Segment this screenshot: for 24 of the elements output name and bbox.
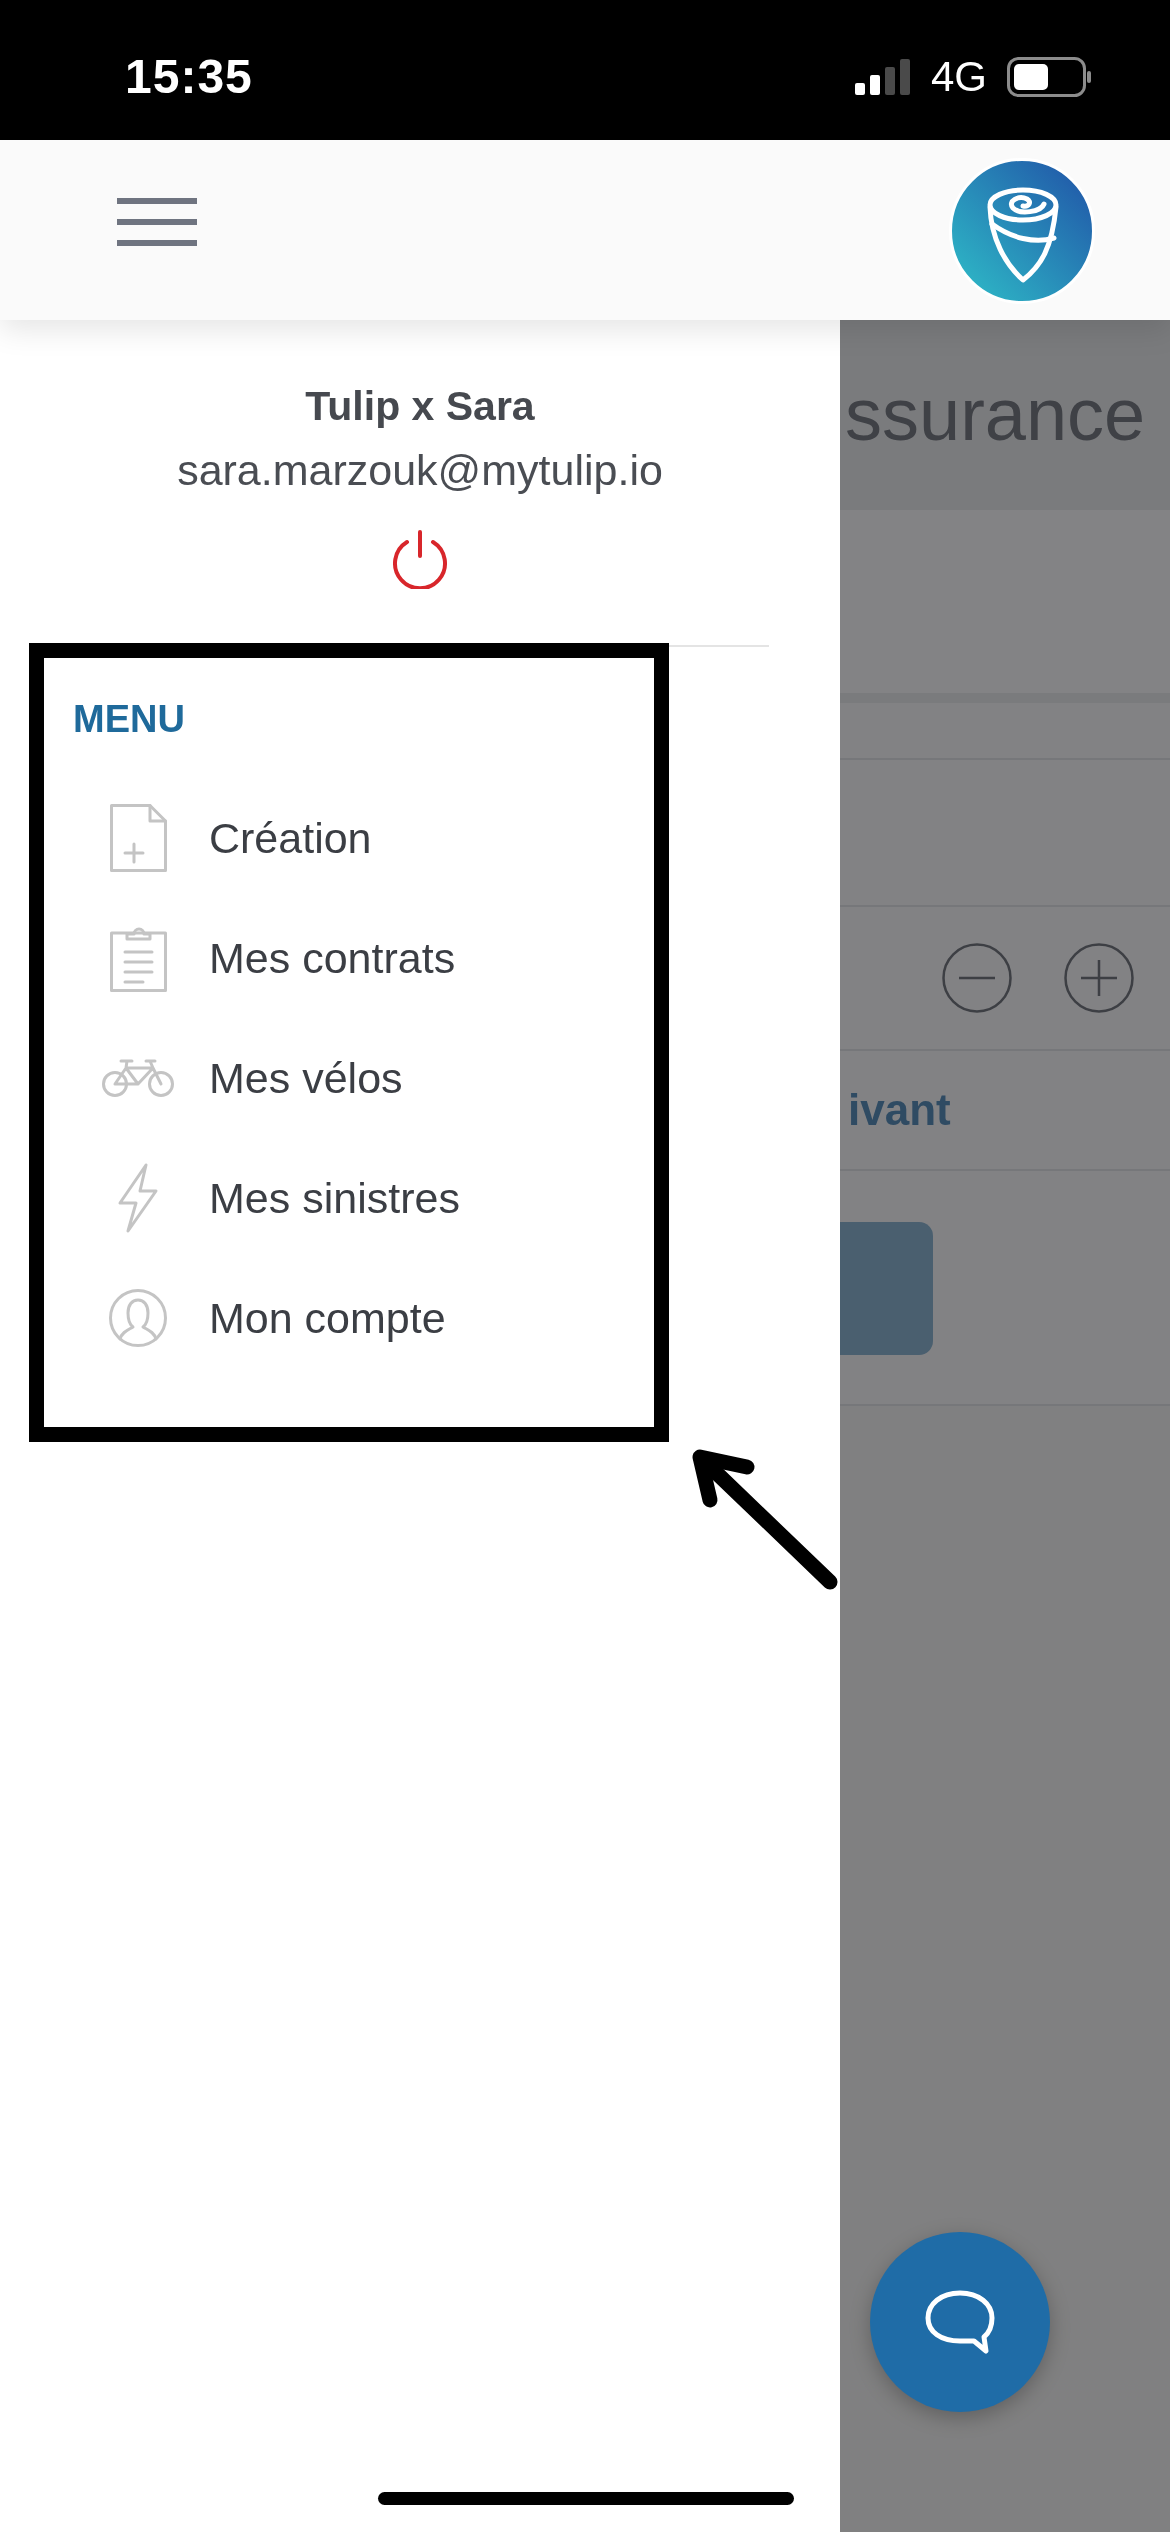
menu-item[interactable]: Mon compte bbox=[102, 1283, 446, 1353]
user-icon bbox=[109, 1289, 167, 1347]
network-label: 4G bbox=[930, 53, 987, 101]
page-title: ssurance bbox=[845, 373, 1146, 457]
signal-icon bbox=[854, 59, 911, 95]
menu-item[interactable]: Mes vélos bbox=[102, 1043, 403, 1113]
menu-item[interactable]: Création bbox=[102, 803, 372, 873]
chat-bubble-icon bbox=[924, 2289, 996, 2355]
plus-circle-icon bbox=[1064, 943, 1134, 1013]
menu-icon[interactable] bbox=[117, 198, 197, 246]
document-plus-icon bbox=[109, 804, 167, 872]
logo-icon bbox=[949, 158, 1095, 304]
minus-circle-icon bbox=[942, 943, 1012, 1013]
menu-heading: MENU bbox=[73, 697, 185, 741]
menu-item[interactable]: Mes sinistres bbox=[102, 1163, 460, 1233]
power-icon[interactable] bbox=[390, 529, 450, 589]
bicycle-icon bbox=[102, 1058, 174, 1098]
user-email: sara.marzouk@mytulip.io bbox=[177, 445, 663, 495]
battery-icon bbox=[1007, 57, 1091, 97]
lightning-icon bbox=[116, 1163, 160, 1233]
partial-label: ivant bbox=[848, 1085, 951, 1135]
status-time: 15:35 bbox=[125, 49, 253, 105]
user-name: Tulip x Sara bbox=[305, 382, 535, 430]
menu-item[interactable]: Mes contrats bbox=[102, 923, 456, 993]
